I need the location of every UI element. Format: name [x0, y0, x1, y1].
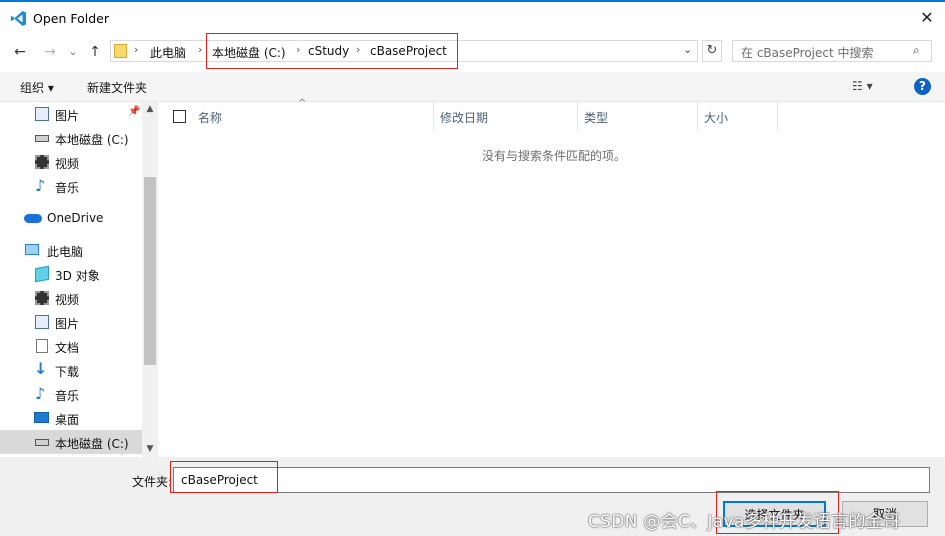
- pictures-icon: [35, 315, 49, 329]
- column-label: 修改日期: [440, 111, 489, 125]
- music-icon: ♪: [35, 384, 46, 403]
- download-icon: ↓: [34, 359, 48, 378]
- refresh-icon[interactable]: ↻: [702, 40, 722, 62]
- nav-item-label: 此电脑: [47, 245, 84, 259]
- nav-item-videos[interactable]: 视频: [0, 286, 142, 310]
- highlight-address-path: [206, 33, 458, 69]
- column-header-date-modified[interactable]: 修改日期: [434, 102, 578, 130]
- pin-icon[interactable]: 📌: [128, 106, 140, 117]
- scrollbar-thumb[interactable]: [144, 177, 156, 365]
- window-title: Open Folder: [33, 11, 109, 26]
- video-icon: [35, 155, 49, 169]
- breadcrumb-separator: ›: [134, 43, 139, 56]
- scroll-down-icon[interactable]: ▼: [142, 444, 158, 454]
- nav-item-3d-objects[interactable]: 3D 对象: [0, 262, 142, 286]
- nav-scrollbar[interactable]: ▲ ▼: [142, 102, 158, 457]
- column-label: 类型: [584, 111, 609, 125]
- nav-item-label: 图片: [55, 317, 80, 331]
- scroll-up-icon[interactable]: ▲: [142, 104, 158, 114]
- nav-item-label: 视频: [55, 157, 80, 171]
- breadcrumb-this-pc[interactable]: 此电脑: [150, 44, 186, 61]
- folder-icon: [114, 44, 127, 58]
- folder-name-label: 文件夹:: [132, 475, 173, 489]
- nav-item-label: 文档: [55, 341, 80, 355]
- pictures-icon: [35, 107, 49, 121]
- view-options-icon[interactable]: ☷ ▾: [852, 79, 873, 93]
- nav-item-music[interactable]: ♪ 音乐: [0, 382, 142, 406]
- onedrive-icon: [24, 214, 42, 223]
- vscode-icon: [10, 11, 26, 26]
- breadcrumb-separator: ›: [198, 43, 203, 56]
- video-icon: [35, 291, 49, 305]
- nav-item-onedrive[interactable]: OneDrive: [0, 206, 142, 230]
- drive-icon: [35, 439, 49, 446]
- column-header-size[interactable]: 大小: [698, 102, 778, 130]
- navigation-pane: 图片 📌 本地磁盘 (C:) 视频 ♪ 音乐 OneDrive 此电脑 3D 对…: [0, 102, 158, 457]
- select-all-checkbox[interactable]: [173, 110, 186, 123]
- nav-item-pictures[interactable]: 图片: [0, 310, 142, 334]
- 3d-objects-icon: [35, 265, 49, 283]
- open-folder-dialog: Open Folder ✕ ← → ⌄ ↑ › 此电脑 › 本地磁盘 (C:) …: [0, 0, 945, 536]
- organize-menu[interactable]: 组织 ▾: [20, 79, 54, 96]
- address-dropdown-icon[interactable]: ⌄: [683, 43, 692, 56]
- column-header-name[interactable]: 名称: [192, 102, 434, 130]
- up-arrow-icon[interactable]: ↑: [85, 42, 105, 62]
- nav-item-label: 音乐: [55, 181, 80, 195]
- command-bar: 组织 ▾ 新建文件夹 ☷ ▾: [0, 72, 945, 102]
- computer-icon: [25, 244, 39, 255]
- recent-locations-icon[interactable]: ⌄: [63, 42, 83, 62]
- column-label: 大小: [704, 111, 729, 125]
- csdn-watermark: CSDN @会C、Java多种开发语言的金哥: [588, 512, 901, 532]
- drive-icon: [35, 135, 49, 142]
- nav-item-label: OneDrive: [47, 211, 104, 225]
- nav-item-label: 3D 对象: [55, 269, 100, 283]
- title-bar: Open Folder ✕: [0, 2, 945, 36]
- help-icon[interactable]: ?: [914, 78, 931, 95]
- music-icon: ♪: [35, 176, 46, 195]
- desktop-icon: [34, 412, 49, 423]
- column-header-type[interactable]: 类型: [578, 102, 698, 130]
- search-box[interactable]: 在 cBaseProject 中搜索 ⌕: [732, 40, 932, 62]
- column-label: 名称: [198, 111, 223, 125]
- nav-item-label: 桌面: [55, 413, 80, 427]
- new-folder-button[interactable]: 新建文件夹: [87, 79, 147, 96]
- close-icon[interactable]: ✕: [916, 7, 938, 29]
- documents-icon: [36, 339, 48, 353]
- nav-item-pictures-quick[interactable]: 图片 📌: [0, 102, 142, 126]
- nav-item-this-pc[interactable]: 此电脑: [0, 238, 142, 262]
- highlight-folder-name: [170, 461, 278, 493]
- nav-item-label: 本地磁盘 (C:): [55, 133, 129, 147]
- empty-list-message: 没有与搜索条件匹配的项。: [482, 149, 627, 163]
- nav-item-label: 视频: [55, 293, 80, 307]
- nav-item-local-disk-quick[interactable]: 本地磁盘 (C:): [0, 126, 142, 150]
- nav-item-label: 音乐: [55, 389, 80, 403]
- back-arrow-icon[interactable]: ←: [10, 42, 30, 62]
- forward-arrow-icon[interactable]: →: [40, 42, 60, 62]
- nav-item-documents[interactable]: 文档: [0, 334, 142, 358]
- nav-item-videos-quick[interactable]: 视频: [0, 150, 142, 174]
- nav-item-desktop[interactable]: 桌面: [0, 406, 142, 430]
- nav-item-label: 下载: [55, 365, 80, 379]
- nav-item-local-disk[interactable]: 本地磁盘 (C:): [0, 430, 142, 454]
- nav-item-downloads[interactable]: ↓ 下载: [0, 358, 142, 382]
- folder-name-input[interactable]: cBaseProject: [173, 467, 930, 493]
- nav-item-music-quick[interactable]: ♪ 音乐: [0, 174, 142, 198]
- search-icon[interactable]: ⌕: [913, 43, 920, 58]
- search-placeholder: 在 cBaseProject 中搜索: [741, 46, 874, 60]
- nav-item-label: 本地磁盘 (C:): [55, 437, 129, 451]
- nav-item-label: 图片: [55, 109, 80, 123]
